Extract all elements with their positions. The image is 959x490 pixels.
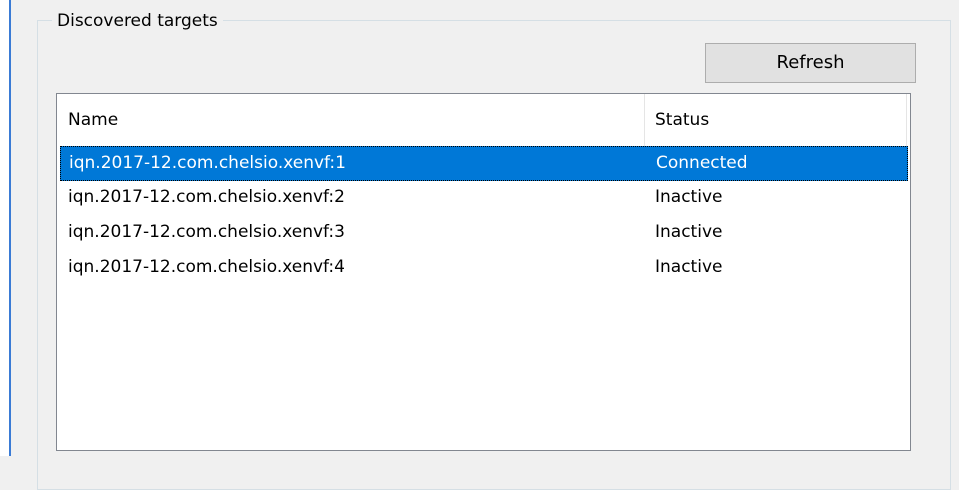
column-header-status[interactable]: Status — [645, 94, 907, 146]
target-status: Connected — [656, 153, 748, 173]
column-header-name[interactable]: Name — [57, 94, 645, 146]
target-status: Inactive — [655, 222, 723, 242]
target-name: iqn.2017-12.com.chelsio.xenvf:2 — [68, 187, 345, 207]
refresh-button[interactable]: Refresh — [705, 43, 916, 83]
target-name: iqn.2017-12.com.chelsio.xenvf:4 — [68, 257, 345, 277]
target-status: Inactive — [655, 187, 723, 207]
target-status: Inactive — [655, 257, 723, 277]
target-name: iqn.2017-12.com.chelsio.xenvf:1 — [69, 153, 346, 173]
targets-list[interactable]: Name Status iqn.2017-12.com.chelsio.xenv… — [56, 93, 911, 451]
target-name: iqn.2017-12.com.chelsio.xenvf:3 — [68, 222, 345, 242]
discovered-targets-title: Discovered targets — [52, 11, 223, 31]
target-row-3[interactable]: iqn.2017-12.com.chelsio.xenvf:3 Inactive — [60, 216, 908, 251]
target-row-4[interactable]: iqn.2017-12.com.chelsio.xenvf:4 Inactive — [60, 251, 908, 286]
window-left-edge — [0, 0, 11, 456]
target-row-2[interactable]: iqn.2017-12.com.chelsio.xenvf:2 Inactive — [60, 181, 908, 216]
targets-list-header: Name Status — [57, 94, 910, 146]
target-row-1[interactable]: iqn.2017-12.com.chelsio.xenvf:1 Connecte… — [60, 146, 908, 181]
